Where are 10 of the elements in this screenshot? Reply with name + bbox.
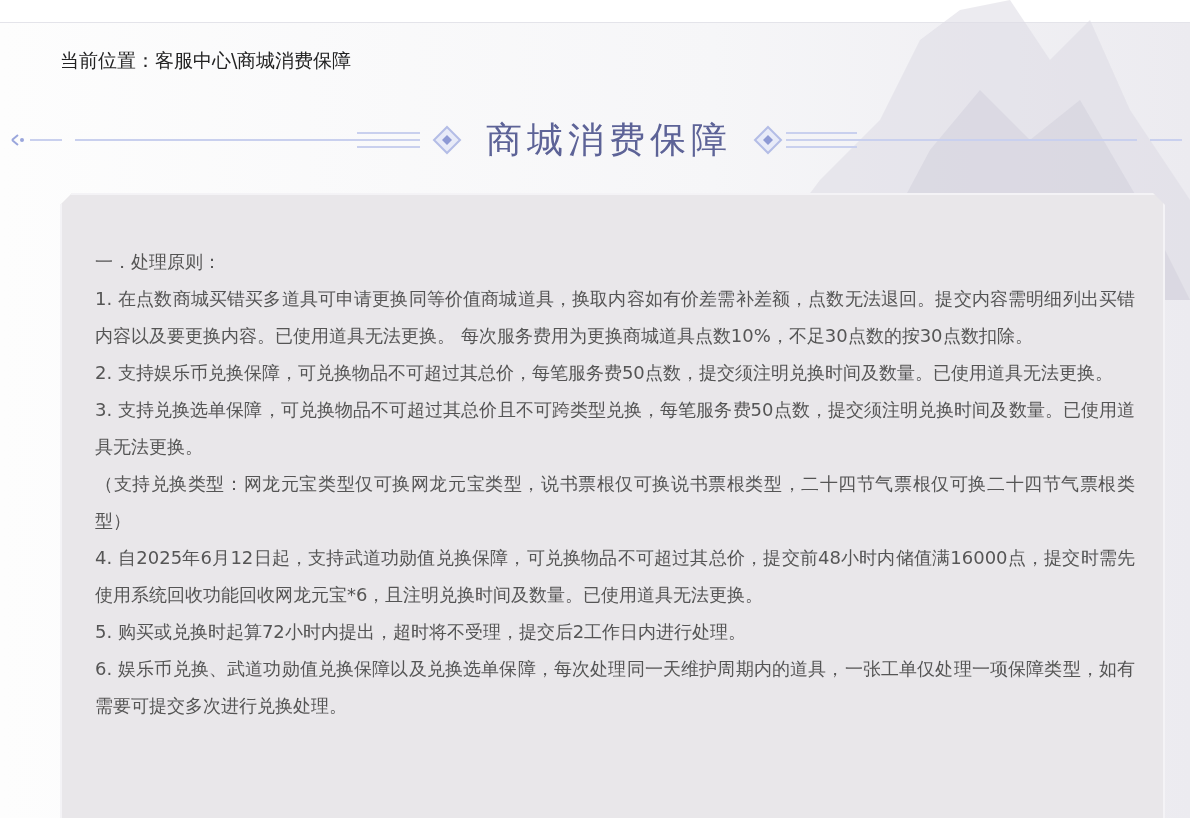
rule-paragraph: 5. 购买或兑换时起算72小时内提出，超时将不受理，提交后2工作日内进行处理。 (95, 620, 748, 644)
rule-paragraph: （支持兑换类型：网龙元宝类型仅可换网龙元宝类型，说书票根仅可换说书票根类型，二十四节气票根仅可换二十四节气票根类型） (95, 472, 1135, 533)
rule-paragraph: 6. 娱乐币兑换、武道功勋值兑换保障以及兑换选单保障，每次处理同一天维护周期内的道具，一张工单仅处理一项保障类型，如有需要可提交多次进行兑换处理。 (95, 657, 1135, 718)
rule-paragraph: 4. 自2025年6月12日起，支持武道功勋值兑换保障，可兑换物品不可超过其总价，提交前48小时内储值满16000点，提交时需先使用系统回收功能回收网龙元宝*6，且注明兑换时间及数量。已使用道具无法更换。 (95, 546, 1135, 607)
rule-paragraph: 1. 在点数商城买错买多道具可申请更换同等价值商城道具，换取内容如有价差需补差额，点数无法退回。提交内容需明细列出买错内容以及要更换内容。已使用道具无法更换。 每次服务费用为更换商城道具点数10%，不足30点数的按30点数扣除。 (95, 287, 1135, 348)
rule-paragraph: 2. 支持娱乐币兑换保障，可兑换物品不可超过其总价，每笔服务费50点数，提交须注明兑换时间及数量。已使用道具无法更换。 (95, 361, 1114, 385)
page-title: 商城消费保障 (486, 118, 732, 162)
breadcrumb: 当前位置：客服中心\商城消费保障 (60, 48, 352, 73)
rule-paragraph: 3. 支持兑换选单保障，可兑换物品不可超过其总价且不可跨类型兑换，每笔服务费50点数，提交须注明兑换时间及数量。已使用道具无法更换。 (95, 398, 1135, 459)
section-heading: 一．处理原则： (95, 250, 221, 274)
